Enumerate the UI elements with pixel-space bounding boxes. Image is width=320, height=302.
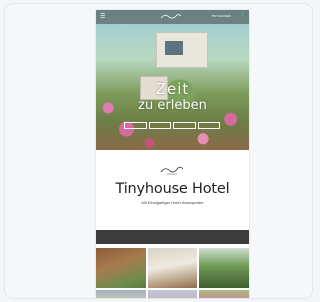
hero-button-3[interactable] (173, 122, 196, 129)
hero-image: ☰ TINYHOUSES ⋮ Zeit zu erleben (96, 10, 249, 150)
info-bar (96, 230, 249, 244)
brand-section: Tinyhouse Hotel Mit Einzigartiger Hotel-… (96, 150, 249, 230)
preview-card: ☰ TINYHOUSES ⋮ Zeit zu erleben Tinyhouse… (4, 3, 313, 299)
hotel-logo-signature (160, 166, 184, 175)
tiny-house-image (156, 32, 208, 68)
hero-title-line2: zu erleben (138, 98, 207, 113)
nav-link[interactable]: TINYHOUSES (211, 14, 231, 18)
gallery-photo[interactable] (199, 248, 249, 288)
brand-subtitle: Mit Einzigartiger Hotel-Atmosphäre (141, 200, 204, 205)
gallery-photo[interactable] (96, 248, 146, 288)
gallery-photo[interactable] (147, 290, 198, 298)
top-navigation-bar: ☰ TINYHOUSES ⋮ (96, 10, 249, 24)
gallery-photo[interactable] (96, 290, 146, 298)
hero-button-group (124, 122, 220, 129)
hero-title-line1: Zeit (155, 80, 190, 98)
house-window (165, 41, 183, 55)
hero-button-4[interactable] (197, 122, 220, 129)
photo-gallery (96, 248, 249, 298)
hero-button-1[interactable] (124, 122, 147, 129)
hotel-logo[interactable] (159, 12, 183, 21)
website-preview[interactable]: ☰ TINYHOUSES ⋮ Zeit zu erleben Tinyhouse… (96, 10, 249, 298)
hero-button-2[interactable] (148, 122, 171, 129)
dots-icon[interactable]: ⋮ (240, 13, 245, 19)
gallery-photo[interactable] (147, 248, 198, 288)
hamburger-icon[interactable]: ☰ (100, 13, 105, 20)
gallery-photo[interactable] (199, 290, 249, 298)
brand-title: Tinyhouse Hotel (115, 181, 230, 197)
